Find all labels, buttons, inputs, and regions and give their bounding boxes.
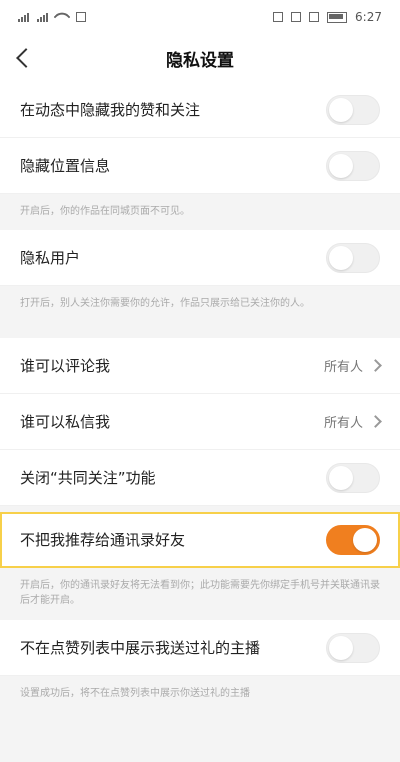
toggle-close-common-follow[interactable]: [326, 462, 380, 493]
note-private: 打开后，别人关注你需要你的允许，作品只展示给已关注你的人。: [0, 286, 400, 338]
row-value: 所有人: [323, 412, 382, 431]
row-who-message[interactable]: 谁可以私信我 所有人: [0, 394, 400, 450]
row-hide-location[interactable]: 隐藏位置信息: [0, 138, 400, 194]
signal-icon: [37, 12, 48, 22]
back-chevron-icon: [16, 48, 36, 68]
toggle-knob: [353, 527, 377, 552]
status-time: 6:27: [355, 10, 382, 24]
toggle-knob: [329, 153, 353, 178]
row-label: 关闭“共同关注”功能: [20, 469, 156, 487]
who-comment-value: 所有人: [323, 360, 363, 375]
battery-icon: [327, 11, 348, 23]
note-gift: 设置成功后，将不在点赞列表中展示你送过礼的主播: [0, 676, 400, 712]
row-label: 不在点赞列表中展示我送过礼的主播: [20, 639, 261, 657]
header: 隐私设置: [0, 34, 400, 82]
row-who-comment[interactable]: 谁可以评论我 所有人: [0, 338, 400, 394]
toggle-hide-location[interactable]: [326, 150, 380, 181]
toggle-knob: [329, 465, 353, 490]
page-title: 隐私设置: [166, 50, 234, 71]
row-hide-likes[interactable]: 在动态中隐藏我的赞和关注: [0, 82, 400, 138]
row-close-common-follow[interactable]: 关闭“共同关注”功能: [0, 450, 400, 506]
who-message-value: 所有人: [323, 416, 363, 431]
row-label: 谁可以私信我: [20, 413, 111, 431]
toggle-knob: [329, 97, 353, 122]
status-bar: 6:27: [0, 0, 400, 34]
vibrate-icon: [309, 12, 320, 22]
back-button[interactable]: [10, 42, 42, 74]
row-label: 不把我推荐给通讯录好友: [20, 531, 186, 549]
row-no-recommend-contacts[interactable]: 不把我推荐给通讯录好友: [0, 512, 400, 568]
row-private-user[interactable]: 隐私用户: [0, 230, 400, 286]
row-value: 所有人: [323, 356, 382, 375]
row-label: 在动态中隐藏我的赞和关注: [20, 101, 201, 119]
status-left: [18, 8, 86, 26]
alarm-icon: [291, 12, 302, 22]
toggle-no-recommend-contacts[interactable]: [326, 524, 380, 555]
note-contacts: 开启后，你的通讯录好友将无法看到你；此功能需要先你绑定手机号并关联通讯录后才能开…: [0, 568, 400, 620]
toggle-private-user[interactable]: [326, 242, 380, 273]
signal-icon: [18, 12, 29, 22]
wifi-icon: [53, 8, 71, 26]
toggle-hide-gift-list[interactable]: [326, 632, 380, 663]
row-label: 谁可以评论我: [20, 357, 111, 375]
chevron-right-icon: [369, 415, 382, 428]
settings-list: 在动态中隐藏我的赞和关注 隐藏位置信息 开启后，你的作品在同城页面不可见。 隐私…: [0, 82, 400, 712]
row-hide-gift-list[interactable]: 不在点赞列表中展示我送过礼的主播: [0, 620, 400, 676]
chevron-right-icon: [369, 359, 382, 372]
note-location: 开启后，你的作品在同城页面不可见。: [0, 194, 400, 230]
toggle-hide-likes[interactable]: [326, 94, 380, 125]
row-label: 隐藏位置信息: [20, 157, 111, 175]
row-label: 隐私用户: [20, 249, 81, 267]
status-right: 6:27: [273, 10, 382, 24]
toggle-knob: [329, 245, 353, 270]
toggle-knob: [329, 635, 353, 660]
nfc-icon: [273, 12, 284, 22]
notification-icon: [76, 12, 86, 22]
